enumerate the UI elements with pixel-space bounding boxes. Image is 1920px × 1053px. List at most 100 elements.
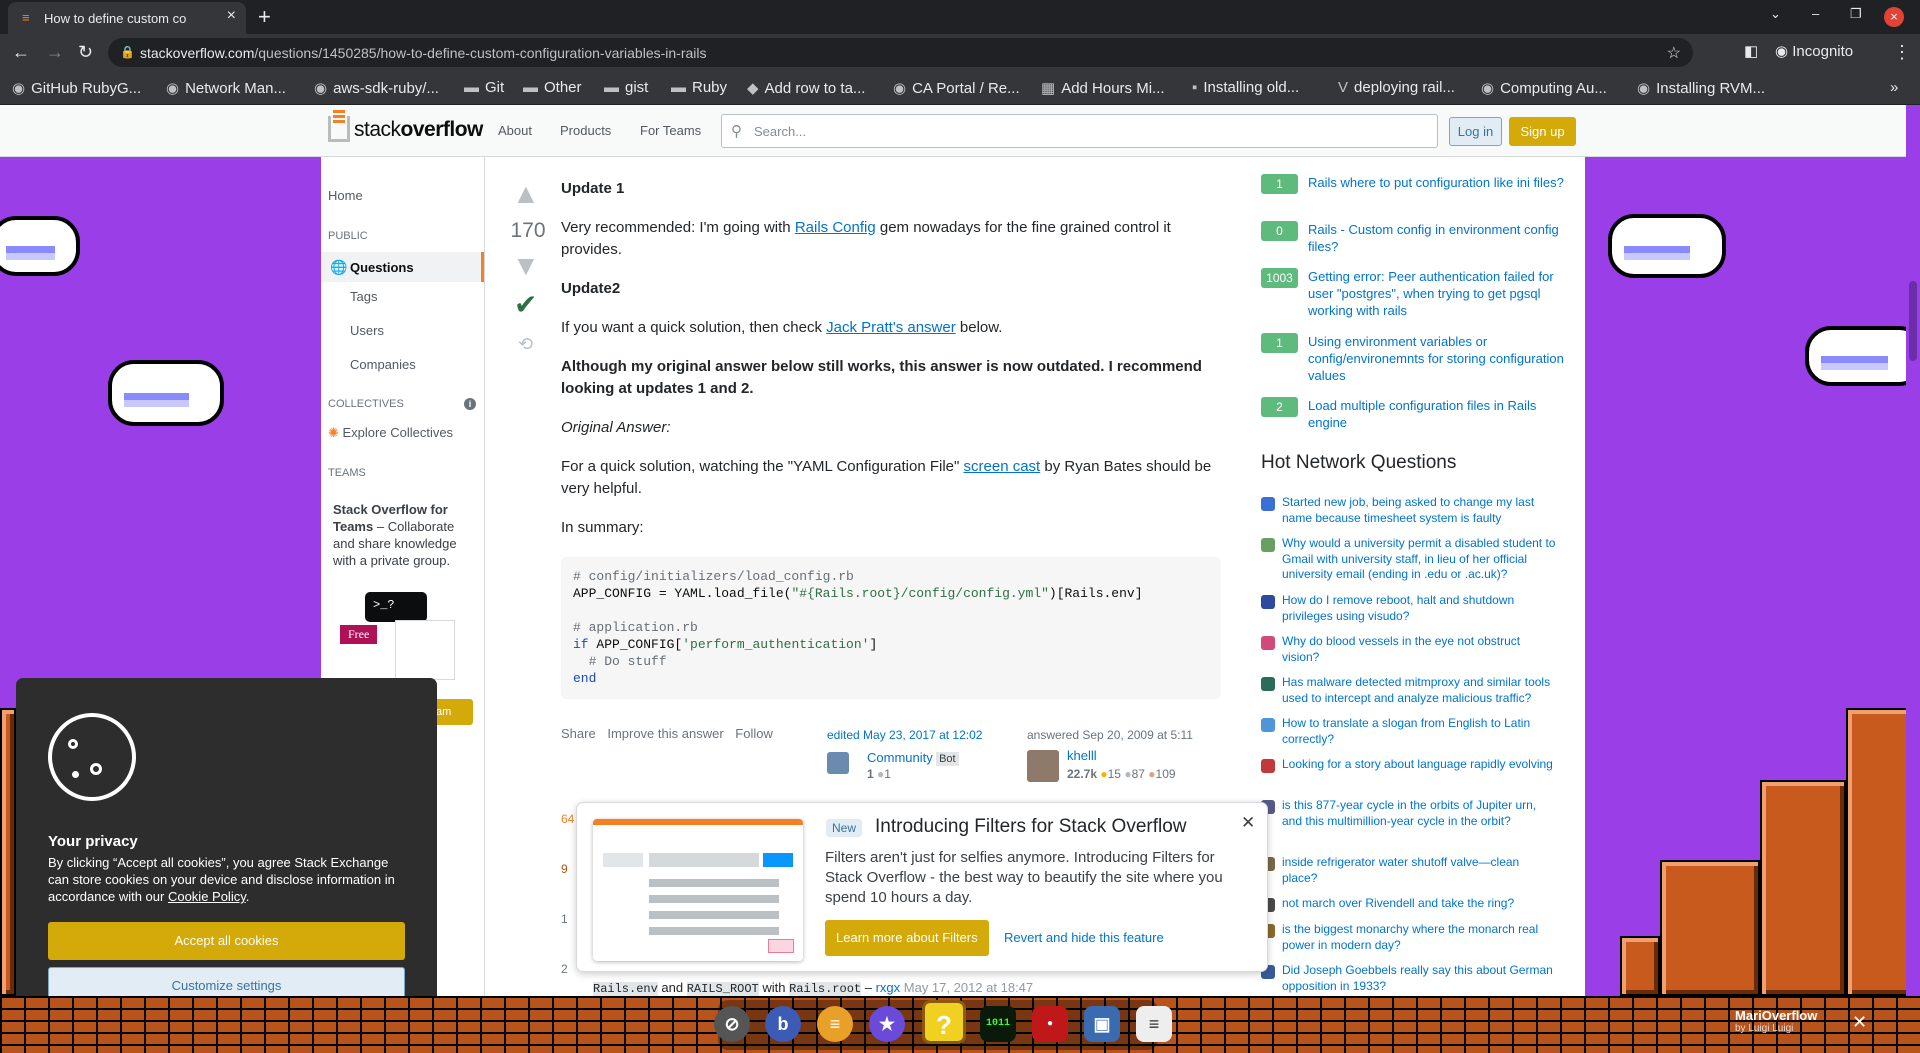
- post-menu: Share Improve this answer Follow: [561, 726, 781, 741]
- menu-icon[interactable]: ⋮: [1893, 42, 1911, 63]
- extension-credit: MariOverflow by Luigi Luigi: [1735, 1008, 1817, 1034]
- brick-column: [0, 708, 16, 996]
- star-app-icon[interactable]: ★: [869, 1006, 905, 1042]
- new-tab-icon[interactable]: +: [258, 4, 271, 30]
- page-scrollbar[interactable]: [1906, 105, 1920, 996]
- bookmark-item[interactable]: ◉ CA Portal / Re...: [893, 79, 1020, 97]
- signup-button[interactable]: Sign up: [1509, 117, 1576, 146]
- rails-config-link[interactable]: Rails Config: [795, 219, 876, 236]
- new-badge: New: [826, 819, 863, 837]
- search-placeholder: Search...: [754, 124, 807, 139]
- nav-companies[interactable]: Companies: [350, 357, 416, 372]
- bookmark-item[interactable]: ◉ Computing Au...: [1481, 79, 1607, 97]
- related-title[interactable]: Rails - Custom config in environment con…: [1308, 221, 1568, 255]
- nav-explore-collectives[interactable]: ✺ Explore Collectives: [328, 425, 453, 441]
- cloud-decoration: [108, 360, 224, 426]
- bookmark-folder[interactable]: ▬ Other: [523, 79, 582, 96]
- nav-users[interactable]: Users: [350, 323, 384, 338]
- search-input[interactable]: ⚲ Search...: [721, 114, 1438, 148]
- related-title[interactable]: Rails where to put configuration like in…: [1308, 174, 1568, 191]
- window-app-icon[interactable]: ▣: [1084, 1006, 1120, 1042]
- tab-close-icon[interactable]: ×: [227, 7, 236, 25]
- question-block-icon[interactable]: ?: [922, 1000, 966, 1044]
- comment-score: 64: [561, 812, 575, 826]
- burger-app-icon[interactable]: ≡: [817, 1006, 853, 1042]
- stackoverflow-logo[interactable]: stackoverflow: [328, 110, 483, 142]
- nav-questions[interactable]: 🌐 Questions: [321, 252, 484, 282]
- bookmarks-overflow-icon[interactable]: »: [1890, 79, 1898, 96]
- teams-promo-text: Stack Overflow for Teams – Collaborate a…: [333, 501, 478, 569]
- nav-for-teams[interactable]: For Teams: [640, 123, 701, 138]
- answered-date: answered Sep 20, 2009 at 5:11: [1027, 728, 1193, 742]
- site-icon: [1261, 636, 1275, 650]
- bookmark-item[interactable]: ◉ Network Man...: [166, 79, 286, 97]
- b-app-icon[interactable]: b: [765, 1006, 801, 1042]
- bronze-badges: 109: [1155, 767, 1176, 781]
- hot-network-questions-heading: Hot Network Questions: [1261, 452, 1457, 473]
- community-avatar[interactable]: [827, 752, 849, 774]
- stackoverflow-app-icon[interactable]: ≡: [1136, 1006, 1172, 1042]
- related-title[interactable]: Using environment variables or config/en…: [1308, 333, 1568, 384]
- minimize-icon[interactable]: ‒: [1812, 6, 1819, 21]
- bookmark-folder[interactable]: ▬ Git: [464, 79, 504, 96]
- comment-user[interactable]: rxgx: [876, 980, 901, 995]
- tab-search-icon[interactable]: ⌄: [1770, 6, 1781, 22]
- url-path: /questions/1450285/how-to-define-custom-…: [254, 45, 707, 61]
- bookmark-item[interactable]: ◆ Add row to ta...: [747, 79, 865, 97]
- nav-products[interactable]: Products: [560, 123, 611, 138]
- bookmark-item[interactable]: ▦ Add Hours Mi...: [1041, 79, 1165, 97]
- incognito-indicator[interactable]: ◉ Incognito: [1775, 42, 1853, 60]
- bookmark-item[interactable]: ◉ GitHub RubyG...: [12, 79, 141, 97]
- login-button[interactable]: Log in: [1449, 117, 1502, 146]
- learn-more-button[interactable]: Learn more about Filters: [825, 920, 989, 956]
- share-link[interactable]: Share: [561, 726, 596, 741]
- pop-sec-app-icon[interactable]: ●: [1032, 1006, 1068, 1042]
- browser-tab[interactable]: ≡ How to define custom co ×: [8, 2, 246, 34]
- popup-close-icon[interactable]: ✕: [1241, 813, 1255, 833]
- author-name[interactable]: khelll: [1067, 748, 1097, 763]
- screencast-link[interactable]: screen cast: [964, 458, 1041, 475]
- related-title[interactable]: Load multiple configuration files in Rai…: [1308, 397, 1568, 431]
- bookmark-folder[interactable]: ▬ gist: [604, 79, 648, 96]
- scrollbar-thumb[interactable]: [1909, 281, 1917, 361]
- bookmark-folder[interactable]: ▬ Ruby: [671, 79, 727, 96]
- nav-tags[interactable]: Tags: [350, 289, 377, 304]
- history-icon[interactable]: ⟲: [518, 334, 533, 355]
- gold-badges: 15: [1107, 767, 1121, 781]
- matrix-app-icon[interactable]: 1011: [980, 1006, 1016, 1042]
- address-bar[interactable]: 🔒 stackoverflow.com/questions/1450285/ho…: [108, 38, 1693, 67]
- follow-link[interactable]: Follow: [735, 726, 773, 741]
- bookmark-star-icon[interactable]: ☆: [1667, 43, 1681, 63]
- related-title[interactable]: Getting error: Peer authentication faile…: [1308, 268, 1568, 319]
- restore-icon[interactable]: ❐: [1850, 6, 1862, 22]
- cookie-policy-link[interactable]: Cookie Policy: [168, 889, 246, 904]
- bookmark-item[interactable]: ▪ Installing old...: [1192, 79, 1299, 96]
- editor-name[interactable]: Community: [867, 750, 933, 765]
- accept-cookies-button[interactable]: Accept all cookies: [48, 922, 405, 960]
- forward-icon[interactable]: →: [46, 42, 64, 63]
- block-app-icon[interactable]: ⊘: [714, 1006, 750, 1042]
- bot-badge: Bot: [936, 752, 959, 766]
- reload-icon[interactable]: ↻: [78, 42, 93, 63]
- bookmark-item[interactable]: ◉ Installing RVM...: [1637, 79, 1765, 97]
- code-block[interactable]: # config/initializers/load_config.rb APP…: [561, 557, 1221, 699]
- downvote-icon[interactable]: ▼: [512, 250, 540, 282]
- upvote-icon[interactable]: ▲: [512, 178, 540, 210]
- stackoverflow-favicon-icon: ≡: [22, 10, 30, 25]
- edited-link[interactable]: edited May 23, 2017 at 12:02: [827, 728, 982, 742]
- info-icon[interactable]: i: [464, 398, 476, 410]
- author-avatar[interactable]: [1027, 750, 1059, 782]
- improve-answer-link[interactable]: Improve this answer: [607, 726, 723, 741]
- jack-pratt-link[interactable]: Jack Pratt's answer: [826, 319, 956, 336]
- revert-link[interactable]: Revert and hide this feature: [1004, 930, 1164, 945]
- window-close-icon[interactable]: ×: [1884, 7, 1904, 27]
- tab-strip: ≡ How to define custom co × + ⌄ ‒ ❐ ×: [0, 0, 1920, 34]
- nav-home[interactable]: Home: [328, 188, 363, 203]
- bookmark-item[interactable]: Vdeploying rail...: [1338, 79, 1455, 96]
- bookmark-item[interactable]: ◉ aws-sdk-ruby/...: [314, 79, 439, 97]
- nav-about[interactable]: About: [498, 123, 532, 138]
- back-icon[interactable]: ←: [12, 42, 30, 63]
- nav-section-collectives: COLLECTIVES: [328, 398, 404, 410]
- extension-close-icon[interactable]: ✕: [1852, 1012, 1867, 1033]
- side-panel-icon[interactable]: ◧: [1744, 42, 1758, 60]
